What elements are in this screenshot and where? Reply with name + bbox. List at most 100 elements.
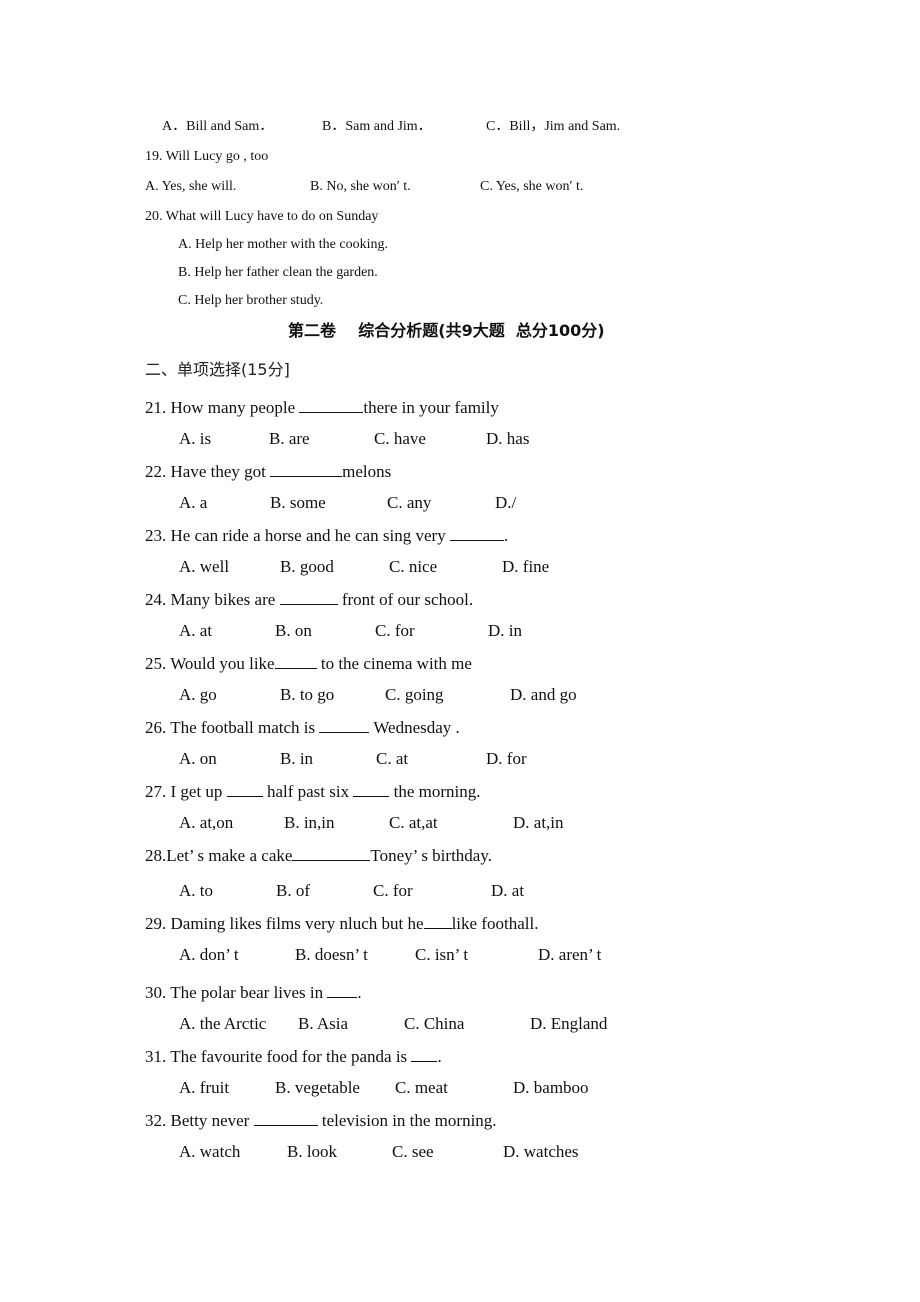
question-stem: 30. The polar bear lives in . — [145, 983, 362, 1001]
question-stem: 32. Betty never television in the mornin… — [145, 1111, 497, 1129]
question-number: 30. — [145, 983, 167, 1002]
option-d: D. at — [491, 881, 525, 900]
option-b: B. good — [280, 557, 334, 576]
question-stem: 28.Let’ s make a cake Toney’ s birthday. — [145, 846, 492, 864]
answer-blank — [299, 398, 364, 413]
option-b: B. some — [270, 493, 326, 512]
question-stem: 24. Many bikes are front of our school. — [145, 590, 473, 608]
option-d: D. at,in — [513, 813, 564, 832]
answer-blank — [353, 782, 390, 797]
answer-blank — [292, 846, 371, 861]
option-a: A. don’ t — [179, 945, 239, 964]
option-b: B. vegetable — [275, 1078, 360, 1097]
question-number: 25. — [145, 654, 167, 673]
q19-stem: 19. Will Lucy go , too — [145, 149, 269, 164]
question-text: How many people — [170, 398, 300, 417]
question-text: Betty never — [170, 1111, 254, 1130]
question-number: 26. — [145, 718, 167, 737]
option-d: D. bamboo — [513, 1078, 589, 1097]
question-number: 21. — [145, 398, 167, 417]
question-number: 28. — [145, 846, 167, 865]
answer-blank — [274, 654, 317, 669]
answer-blank — [327, 983, 358, 998]
question-text: Daming likes films very nluch but he — [170, 914, 424, 933]
option-d: D. aren’ t — [538, 945, 602, 964]
q20-stem: 20. What will Lucy have to do on Sunday — [145, 209, 379, 224]
option-c: C. for — [373, 881, 413, 900]
option-c: C. at,at — [389, 813, 438, 832]
option-c: C. any — [387, 493, 432, 512]
option-c: C. going — [385, 685, 444, 704]
q20-option-c: C. Help her brother study. — [178, 293, 324, 308]
option-c: C. China — [404, 1014, 465, 1033]
q19-option-a: A. Yes, she will. — [145, 179, 237, 194]
question-stem: 22. Have they got melons — [145, 462, 391, 480]
question-text: The polar bear lives in — [170, 983, 328, 1002]
question-text: He can ride a horse and he can sing very — [170, 526, 450, 545]
option-a: A. on — [179, 749, 217, 768]
option-b: B. in — [280, 749, 314, 768]
section-heading-single-choice: 二、单项选择(15分] — [145, 360, 290, 379]
question-stem: 31. The favourite food for the panda is … — [145, 1047, 442, 1065]
option-a: A. go — [179, 685, 217, 704]
question-text: Wednesday . — [369, 718, 460, 737]
question-text: Let’ s make a cake — [166, 846, 293, 865]
question-stem: 26. The football match is Wednesday . — [145, 718, 460, 736]
question-text: television in the morning. — [317, 1111, 497, 1130]
option-b: B. to go — [280, 685, 335, 704]
option-c: C. nice — [389, 557, 438, 576]
option-c: C. meat — [395, 1078, 448, 1097]
answer-blank — [449, 526, 504, 541]
question-text: like foothall. — [451, 914, 539, 933]
option-d: D. has — [486, 429, 530, 448]
q19-option-b: B. No, she won′ t. — [310, 179, 411, 194]
option-d: D. for — [486, 749, 527, 768]
question-text: half past six — [262, 782, 354, 801]
question-text: to the cinema with me — [316, 654, 472, 673]
option-c: C. at — [376, 749, 409, 768]
question-text: there in your family — [363, 398, 499, 417]
option-d: D. fine — [502, 557, 550, 576]
option-a: A. watch — [179, 1142, 241, 1161]
question-text: I get up — [170, 782, 227, 801]
option-b: B. on — [275, 621, 312, 640]
question-stem: 21. How many people there in your family — [145, 398, 499, 416]
option-d: D. in — [488, 621, 522, 640]
option-b: B. are — [269, 429, 310, 448]
question-text: Many bikes are — [170, 590, 280, 609]
option-a: A. fruit — [179, 1078, 230, 1097]
option-d: D. and go — [510, 685, 577, 704]
question-text: The favourite food for the panda is — [170, 1047, 412, 1066]
option-b: B. Asia — [298, 1014, 349, 1033]
question-number: 31. — [145, 1047, 167, 1066]
option-a: A. a — [179, 493, 208, 512]
option-d: D. watches — [503, 1142, 579, 1161]
q18-option-b: B．Sam and Jim． — [322, 119, 432, 134]
q18-option-a: A．Bill and Sam． — [162, 119, 274, 134]
question-stem: 25. Would you like to the cinema with me — [145, 654, 472, 672]
q20-option-b: B. Help her father clean the garden. — [178, 265, 378, 280]
question-text: . — [437, 1047, 442, 1066]
question-text: The football match is — [170, 718, 320, 737]
question-text: Would you like — [170, 654, 275, 673]
question-number: 29. — [145, 914, 167, 933]
question-text: Have they got — [170, 462, 271, 481]
question-text: . — [357, 983, 362, 1002]
question-text: melons — [342, 462, 392, 481]
option-a: A. to — [179, 881, 213, 900]
question-number: 22. — [145, 462, 167, 481]
question-stem: 23. He can ride a horse and he can sing … — [145, 526, 508, 544]
question-number: 27. — [145, 782, 167, 801]
question-stem: 29. Daming likes films very nluch but he… — [145, 914, 538, 932]
option-b: B. in,in — [284, 813, 335, 832]
option-a: A. well — [179, 557, 230, 576]
question-text: Toney’ s birthday. — [370, 846, 492, 865]
option-c: C. have — [374, 429, 426, 448]
option-b: B. doesn’ t — [295, 945, 368, 964]
question-text: . — [503, 526, 509, 545]
option-a: A. the Arctic — [179, 1014, 267, 1033]
option-a: A. is — [179, 429, 212, 448]
question-number: 23. — [145, 526, 167, 545]
answer-blank — [411, 1047, 438, 1062]
question-number: 32. — [145, 1111, 167, 1130]
